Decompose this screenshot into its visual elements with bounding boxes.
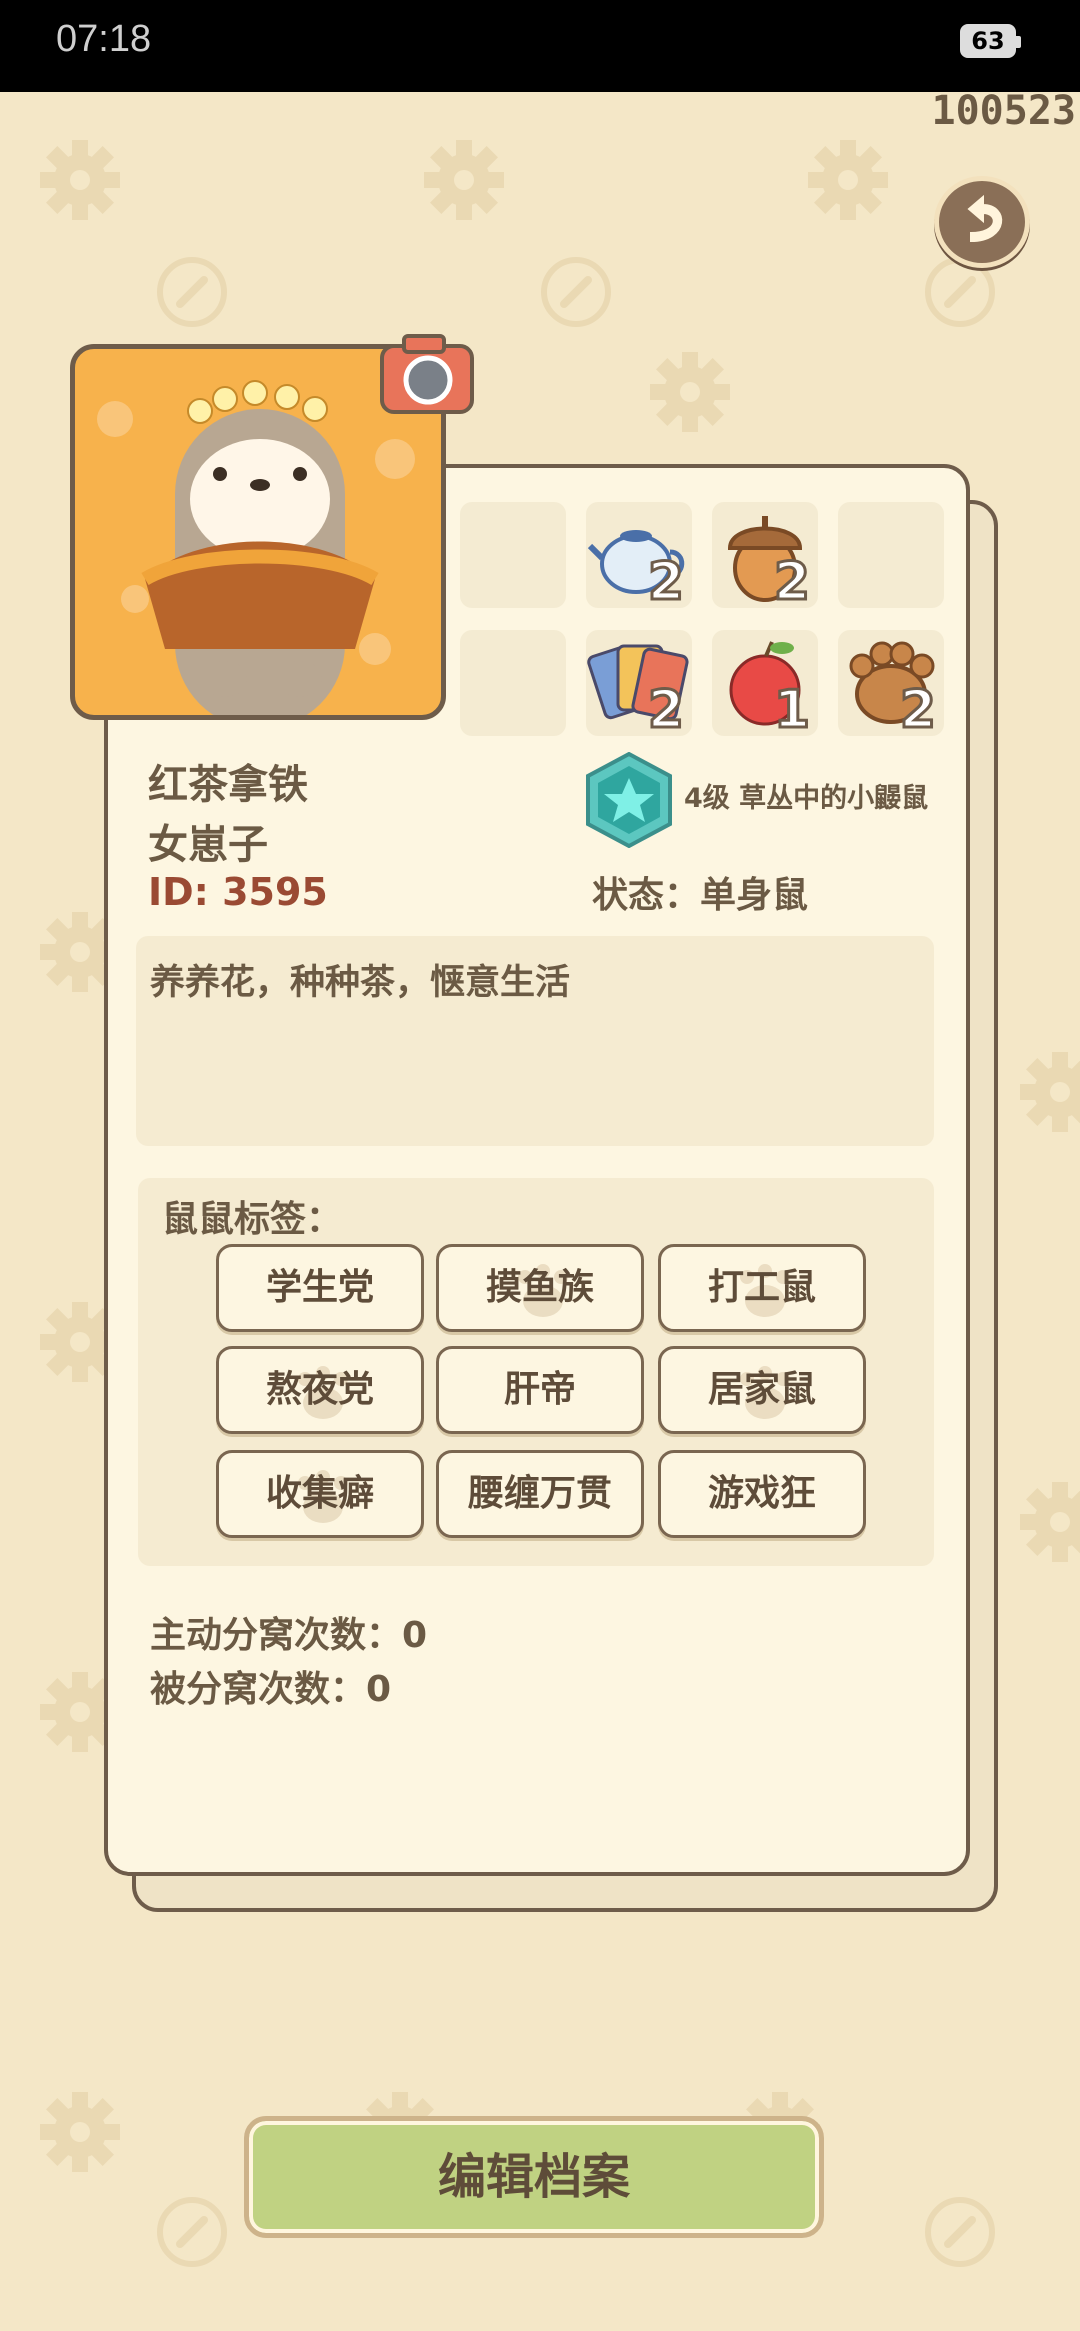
profile-name: 红茶拿铁 [148, 762, 308, 808]
tag-chip[interactable]: 游戏狂 [658, 1450, 866, 1538]
inventory-slot-teapot[interactable]: 2 [586, 502, 692, 614]
item-count: 1 [772, 679, 811, 742]
tag-chip[interactable]: 摸鱼族 [436, 1244, 644, 1332]
inventory-slot-empty [460, 630, 566, 736]
relationship-status: 状态：单身鼠 [592, 875, 809, 916]
tag-chip[interactable]: 收集癖 [216, 1450, 424, 1538]
status-bar: 07:18 63 [0, 0, 1080, 92]
inventory-slot-acorn[interactable]: 2 [712, 502, 818, 614]
tags-title: 鼠鼠标签： [162, 1199, 343, 1240]
tag-chip[interactable]: 居家鼠 [658, 1346, 866, 1434]
back-arrow-icon [967, 194, 1002, 243]
status-time: 07:18 [56, 18, 152, 60]
tag-chip[interactable]: 学生党 [216, 1244, 424, 1332]
item-count: 2 [898, 679, 937, 742]
bio-text: 养养花，种种茶，惬意生活 [150, 963, 571, 1003]
profile-id: ID: 3595 [148, 870, 328, 914]
inventory-slot-empty [838, 502, 944, 608]
level-badge-icon [584, 751, 674, 849]
camera-icon[interactable] [376, 328, 478, 420]
inventory-slot-apple[interactable]: 1 [712, 630, 818, 742]
profile-gender: 女崽子 [148, 822, 268, 868]
bio-box: 养养花，种种茶，惬意生活 [136, 936, 934, 1146]
active-split-count: 主动分窝次数：0 [150, 1615, 428, 1656]
tag-chip[interactable]: 打工鼠 [658, 1244, 866, 1332]
battery-icon: 63 [960, 24, 1021, 58]
inventory-slot-paw[interactable]: 2 [838, 630, 944, 742]
tag-chip[interactable]: 熬夜党 [216, 1346, 424, 1434]
inventory-slot-cards[interactable]: 2 [586, 630, 692, 742]
tag-chip[interactable]: 肝帝 [436, 1346, 644, 1434]
item-count: 2 [646, 551, 685, 614]
coin-counter: 100523 [931, 88, 1077, 134]
passive-split-count: 被分窝次数：0 [150, 1669, 392, 1710]
inventory-slot-empty [460, 502, 566, 608]
item-count: 2 [772, 551, 811, 614]
back-button[interactable] [934, 176, 1030, 268]
tag-chip[interactable]: 腰缠万贯 [436, 1450, 644, 1538]
level-text: 4级 草丛中的小鼹鼠 [684, 783, 929, 814]
edit-profile-button[interactable]: 编辑档案 [244, 2116, 824, 2238]
item-count: 2 [646, 679, 685, 742]
